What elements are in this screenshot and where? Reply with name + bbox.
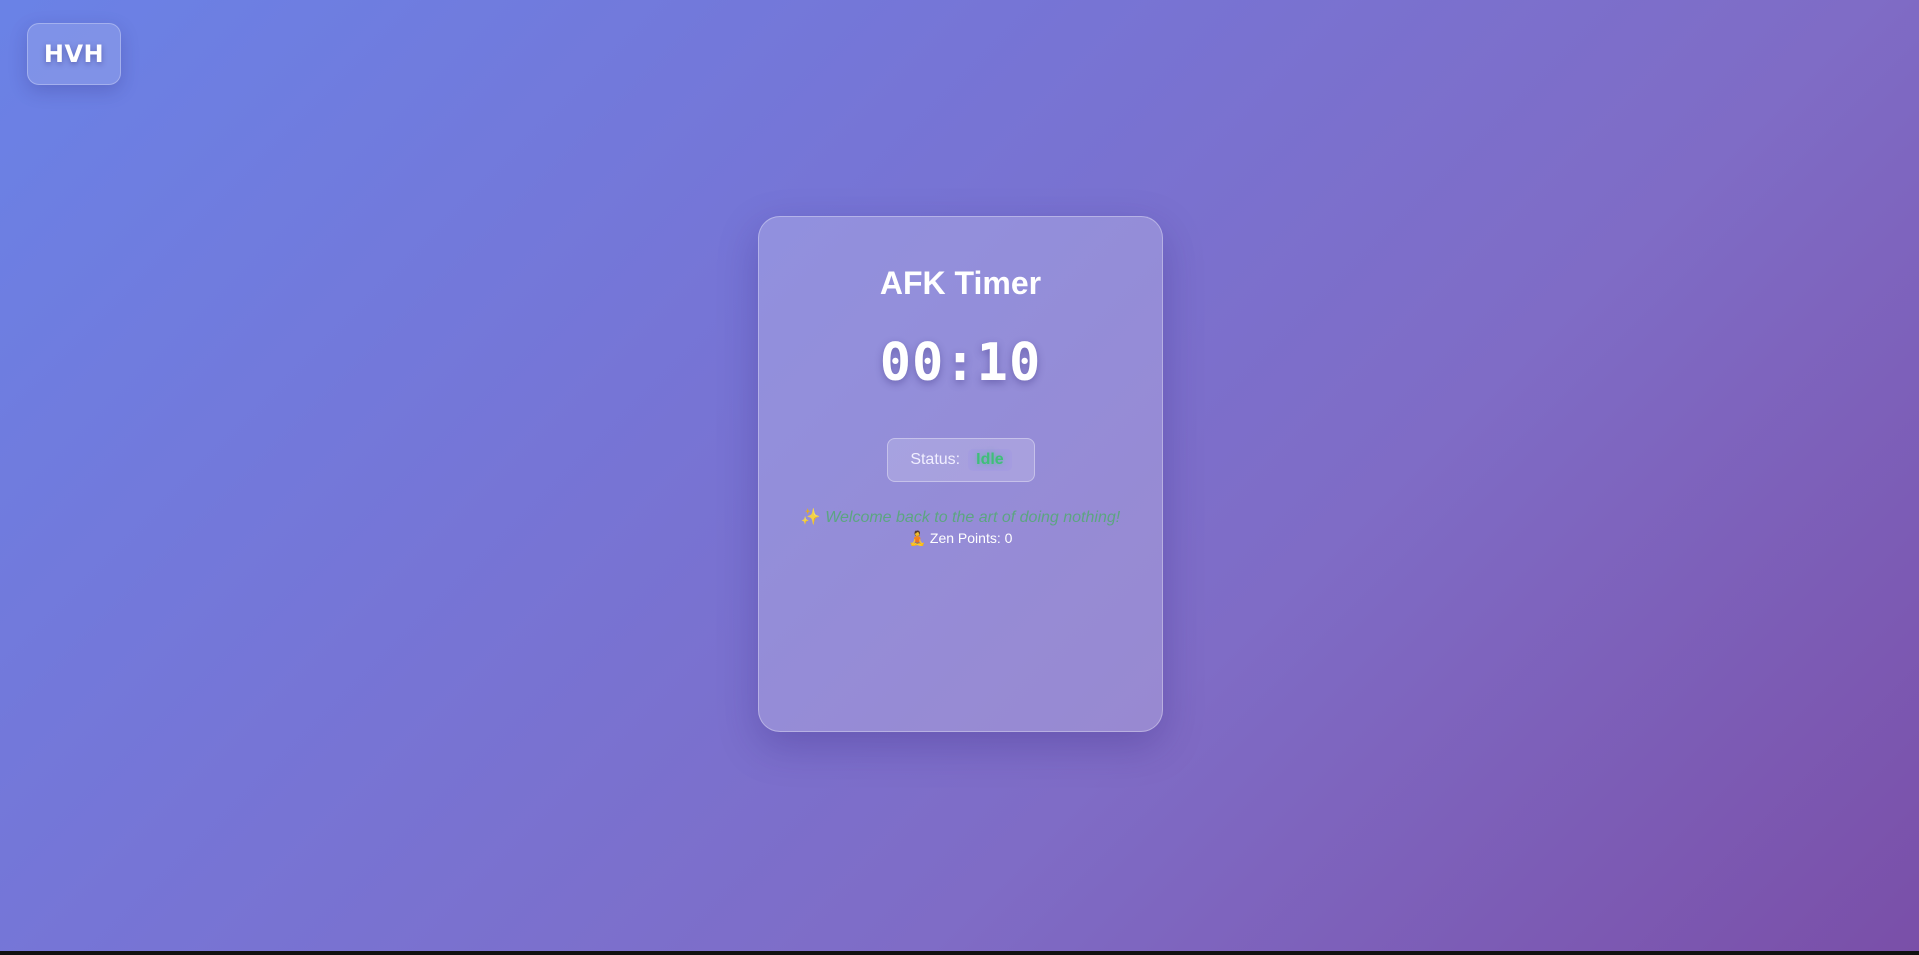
timer-display: 00:10 <box>879 333 1042 393</box>
logo[interactable]: HVH <box>27 23 121 85</box>
zen-points-text: Zen Points: 0 <box>929 530 1013 546</box>
logo-text: HVH <box>43 40 105 68</box>
meditation-icon: 🧘 <box>908 530 927 546</box>
status-label: Status: <box>910 451 961 468</box>
afk-timer-card: AFK Timer 00:10 Status: Idle ✨ Welcome b… <box>758 216 1163 732</box>
bottom-edge <box>0 951 1919 955</box>
zen-points: 🧘 Zen Points: 0 <box>759 530 1162 547</box>
welcome-text: Welcome back to the art of doing nothing… <box>825 509 1121 526</box>
sparkles-icon: ✨ <box>800 509 821 526</box>
status-badge: Idle <box>968 449 1012 471</box>
status-indicator: Status: Idle <box>887 438 1035 482</box>
welcome-message: ✨ Welcome back to the art of doing nothi… <box>759 507 1162 527</box>
page-title: AFK Timer <box>879 265 1042 301</box>
